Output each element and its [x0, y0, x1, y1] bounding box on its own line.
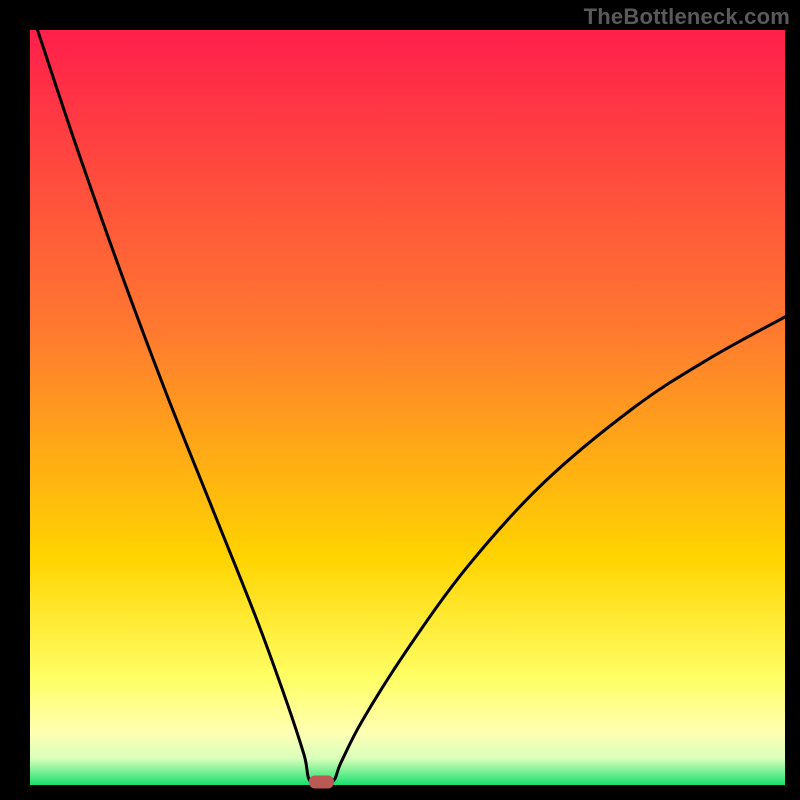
- bottleneck-chart: [0, 0, 800, 800]
- plot-background: [30, 30, 785, 785]
- optimal-marker: [309, 775, 334, 788]
- chart-frame: TheBottleneck.com: [0, 0, 800, 800]
- watermark-text: TheBottleneck.com: [584, 4, 790, 30]
